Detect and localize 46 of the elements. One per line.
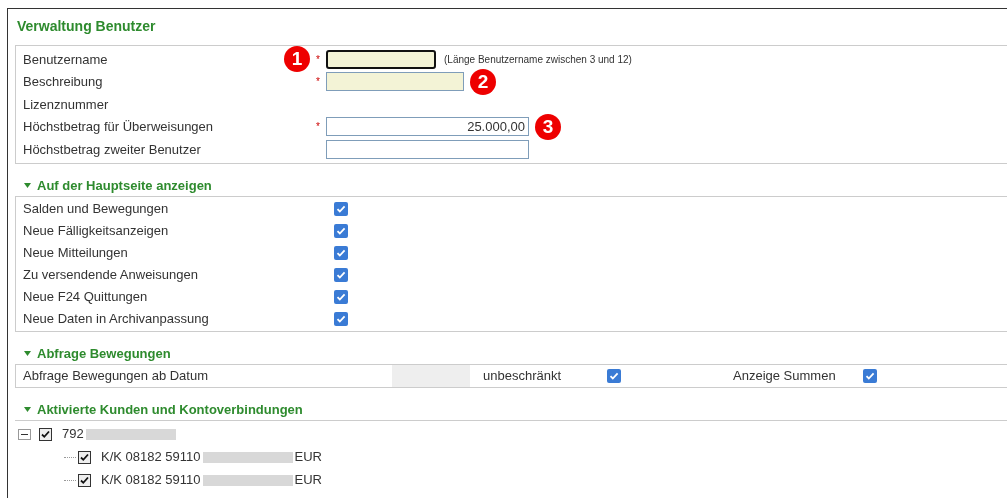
option-label: Neue Daten in Archivanpassung: [22, 309, 210, 328]
hint-text: (Länge Benutzername zwischen 3 und 12): [444, 52, 632, 67]
input-field[interactable]: [326, 139, 529, 159]
section-title: Aktivierte Kunden und Kontoverbindungen: [37, 400, 303, 419]
field-label: Höchstbetrag für Überweisungen: [23, 118, 214, 136]
checkbox[interactable]: [334, 267, 348, 282]
option-label: Zu versendende Anweisungen: [22, 265, 199, 284]
caret-icon[interactable]: [24, 183, 31, 188]
tree-line: [64, 479, 76, 481]
option-label: Neue Mitteilungen: [22, 243, 129, 262]
option-label: Neue F24 Quittungen: [22, 287, 149, 306]
section-title: Abfrage Bewegungen: [37, 344, 171, 363]
tree-line: [64, 456, 76, 458]
checkbox[interactable]: [78, 473, 91, 487]
required-asterisk: *: [316, 120, 320, 135]
field-label: Höchstbetrag zweiter Benutzer: [23, 140, 201, 159]
annotation-marker: 3: [535, 113, 561, 140]
caret-icon[interactable]: [24, 407, 31, 412]
checkbox[interactable]: [334, 289, 348, 304]
checkbox[interactable]: [334, 311, 348, 326]
option-label: Salden und Bewegungen: [22, 199, 170, 218]
field-label: Lizenznummer: [23, 95, 109, 114]
annotation-marker: 1: [284, 46, 310, 73]
currency-label: EUR: [294, 448, 322, 467]
annotation-marker: 2: [470, 68, 496, 95]
page-title: Verwaltung Benutzer: [17, 17, 156, 35]
checkbox[interactable]: [334, 223, 348, 238]
checkbox[interactable]: [334, 245, 348, 260]
input-field[interactable]: 25.000,00: [326, 117, 529, 137]
checkbox[interactable]: [39, 427, 52, 441]
section-title: Auf der Hauptseite anzeigen: [37, 176, 212, 195]
tree-label: 792: [62, 425, 84, 444]
input-field[interactable]: [326, 72, 464, 92]
required-asterisk: *: [316, 75, 320, 90]
option-label: Neue Fälligkeitsanzeigen: [22, 221, 170, 240]
field-label: Beschreibung: [23, 73, 103, 91]
collapse-toggle[interactable]: [18, 428, 31, 440]
input-field[interactable]: [326, 49, 436, 69]
field-label: Benutzername: [23, 50, 108, 69]
checkbox[interactable]: [78, 450, 91, 464]
currency-label: EUR: [294, 471, 322, 490]
caret-icon[interactable]: [24, 351, 31, 356]
required-asterisk: *: [316, 52, 320, 67]
tree-label: K/K 08182 59110: [101, 448, 201, 467]
checkbox[interactable]: [334, 201, 348, 216]
tree-label: K/K 08182 59110: [101, 471, 201, 490]
